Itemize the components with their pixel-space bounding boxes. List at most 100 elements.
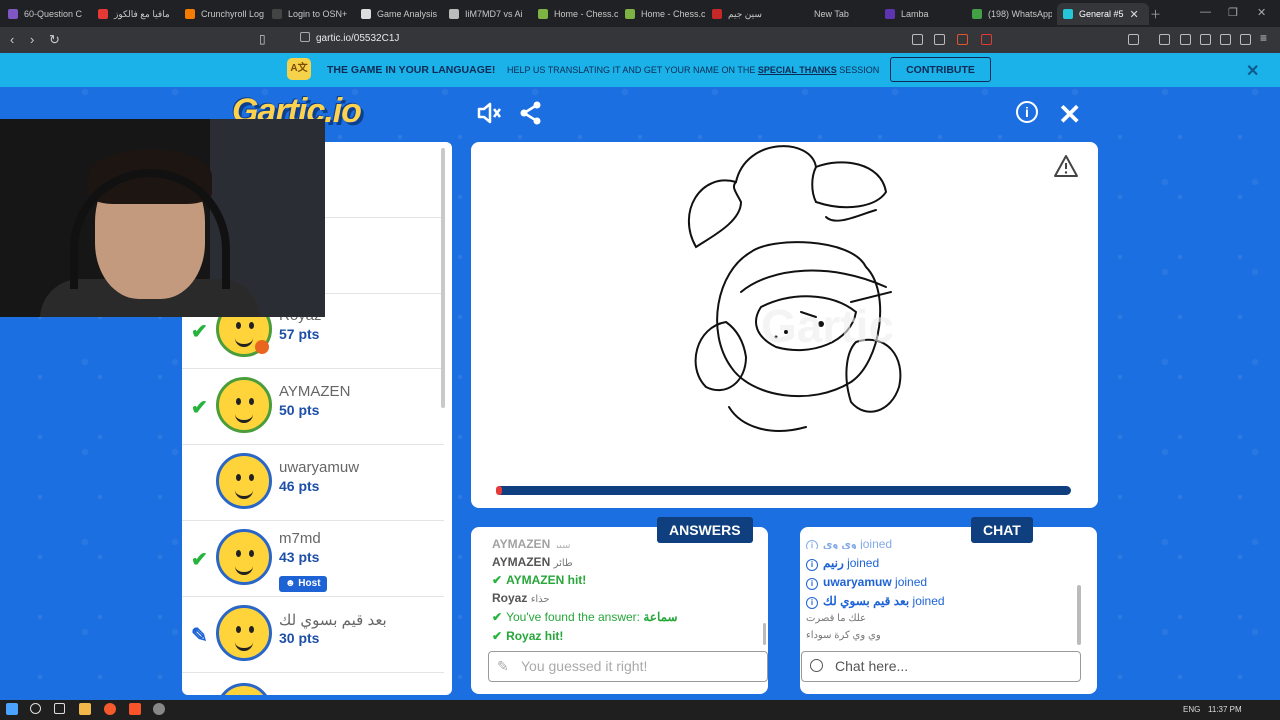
- clock[interactable]: 11:37 PM: [1208, 705, 1242, 714]
- webcam-overlay: [0, 119, 325, 317]
- search-icon[interactable]: [30, 703, 41, 714]
- browser-toolbar: ‹ › ↻ ▯ gartic.io/05532C1J ≡: [0, 27, 1280, 53]
- share-page-icon[interactable]: [934, 34, 945, 45]
- tab-favicon-icon: [185, 9, 195, 19]
- exit-game-icon[interactable]: ✕: [1058, 98, 1081, 131]
- answers-scrollbar[interactable]: [763, 623, 766, 645]
- round-timer-fill: [496, 486, 502, 495]
- chat-input[interactable]: Chat here...: [801, 651, 1081, 682]
- address-bar[interactable]: gartic.io/05532C1J: [300, 32, 399, 44]
- status-dot: [255, 340, 269, 354]
- brave-shield-icon[interactable]: [957, 34, 968, 45]
- player-points: 30 pts: [279, 630, 320, 646]
- browser-tab[interactable]: Game Analysis: [361, 3, 441, 25]
- chat-scrollbar[interactable]: [1077, 585, 1081, 645]
- chat-message: i uwaryamuw joined: [806, 575, 927, 590]
- player-points: 50 pts: [279, 402, 320, 418]
- player-points: 43 pts: [279, 549, 320, 565]
- tab-label: Lamba: [901, 9, 929, 19]
- tab-favicon-icon: [798, 9, 808, 19]
- banner-headline: THE GAME IN YOUR LANGUAGE!: [327, 64, 496, 76]
- drawing-canvas[interactable]: Gartic: [471, 142, 1098, 508]
- browser-tab[interactable]: (198) WhatsApp: [972, 3, 1052, 25]
- browser-tab[interactable]: 60-Question C: [8, 3, 88, 25]
- browser-tab[interactable]: New Tab: [798, 3, 878, 25]
- tab-label: IiM7MD7 vs Ai: [465, 9, 523, 19]
- player-name: بعد قيم بسوي لك: [279, 612, 387, 629]
- split-view-icon[interactable]: [1159, 34, 1170, 45]
- bookmark-icon[interactable]: ▯: [259, 32, 266, 46]
- player-row-partial: [182, 673, 444, 695]
- browser-tab[interactable]: IiM7MD7 vs Ai: [449, 3, 529, 25]
- player-row: ✔ AYMAZEN 50 pts: [182, 369, 444, 445]
- chat-message: i رنيم joined: [806, 556, 879, 571]
- reload-icon[interactable]: ↻: [49, 32, 60, 48]
- task-view-icon[interactable]: [54, 703, 65, 714]
- banner-close-icon[interactable]: ✕: [1246, 61, 1259, 81]
- start-icon[interactable]: [6, 703, 18, 715]
- browser-tab[interactable]: مافيا مع فالكوز: [98, 3, 176, 25]
- info-icon[interactable]: i: [1016, 101, 1038, 123]
- tab-label: New Tab: [814, 9, 849, 19]
- player-name: AYMAZEN: [279, 383, 351, 400]
- chat-message: وي وي كرة سوداء: [806, 630, 881, 641]
- player-row: ✎ بعد قيم بسوي لك 30 pts: [182, 597, 444, 673]
- avatar: [216, 683, 272, 695]
- window-close-icon[interactable]: ✕: [1257, 6, 1266, 19]
- brave-icon[interactable]: [129, 703, 141, 715]
- vpn-icon[interactable]: [1220, 34, 1231, 45]
- sound-icon[interactable]: [476, 100, 502, 126]
- cast-icon[interactable]: [912, 34, 923, 45]
- back-icon[interactable]: ‹: [10, 32, 14, 47]
- maximize-icon[interactable]: ❐: [1228, 6, 1238, 19]
- special-thanks-link[interactable]: SPECIAL THANKS: [758, 65, 837, 75]
- player-name: uwaryamuw: [279, 459, 360, 476]
- tab-favicon-icon: [8, 9, 18, 19]
- menu-icon[interactable]: ≡: [1260, 31, 1271, 45]
- check-icon: ✔: [492, 629, 503, 643]
- host-badge: ☻ Host: [279, 576, 327, 592]
- browser-tab[interactable]: Home - Chess.c: [538, 3, 618, 25]
- tab-close-icon[interactable]: ✕: [1130, 8, 1139, 21]
- browser-tab[interactable]: Crunchyroll Log: [185, 3, 265, 25]
- check-icon: ✔: [191, 397, 208, 419]
- language-indicator[interactable]: ENG: [1183, 705, 1200, 714]
- round-timer-bar: [496, 486, 1071, 495]
- answers-title: ANSWERS: [657, 517, 753, 543]
- extensions-icon[interactable]: [1200, 34, 1211, 45]
- share-icon[interactable]: [518, 100, 544, 126]
- info-icon: i: [806, 540, 818, 549]
- sidebar-icon[interactable]: [1128, 34, 1139, 45]
- tab-favicon-icon: [538, 9, 548, 19]
- answer-message: ✔ Royaz hit!: [492, 629, 564, 643]
- browser-tab[interactable]: General #5 ✕: [1057, 3, 1149, 25]
- pencil-icon: ✎: [497, 658, 509, 674]
- players-scrollbar[interactable]: [441, 148, 445, 408]
- tab-favicon-icon: [272, 9, 282, 19]
- chat-message: i وي وي joined: [806, 537, 892, 549]
- browser-tab[interactable]: Home - Chess.c: [625, 3, 705, 25]
- info-icon: i: [806, 597, 818, 609]
- answer-input[interactable]: ✎ You guessed it right!: [488, 651, 768, 682]
- firefox-icon[interactable]: [104, 703, 116, 715]
- rewards-icon[interactable]: [981, 34, 992, 45]
- minimize-icon[interactable]: —: [1200, 6, 1211, 18]
- contribute-button[interactable]: CONTRIBUTE: [890, 57, 991, 82]
- browser-tab[interactable]: Login to OSN+: [272, 3, 352, 25]
- avatar: [216, 453, 272, 509]
- browser-tab-bar: 60-Question C مافيا مع فالكوز Crunchyroll …: [0, 0, 1280, 27]
- check-icon: ✔: [492, 610, 503, 624]
- browser-tab[interactable]: Lamba: [885, 3, 965, 25]
- leo-icon[interactable]: [1240, 34, 1251, 45]
- forward-icon[interactable]: ›: [30, 32, 34, 47]
- new-tab-icon[interactable]: ＋: [1150, 6, 1161, 22]
- obs-icon[interactable]: [153, 703, 165, 715]
- wallet-icon[interactable]: [1180, 34, 1191, 45]
- check-icon: ✔: [191, 321, 208, 343]
- info-icon: i: [806, 559, 818, 571]
- browser-tab[interactable]: سين جيم: [712, 3, 792, 25]
- report-warning-icon[interactable]: [1053, 154, 1079, 178]
- windows-taskbar: ENG 11:37 PM: [0, 700, 1280, 720]
- file-explorer-icon[interactable]: [79, 703, 91, 715]
- site-info-icon[interactable]: [300, 32, 310, 42]
